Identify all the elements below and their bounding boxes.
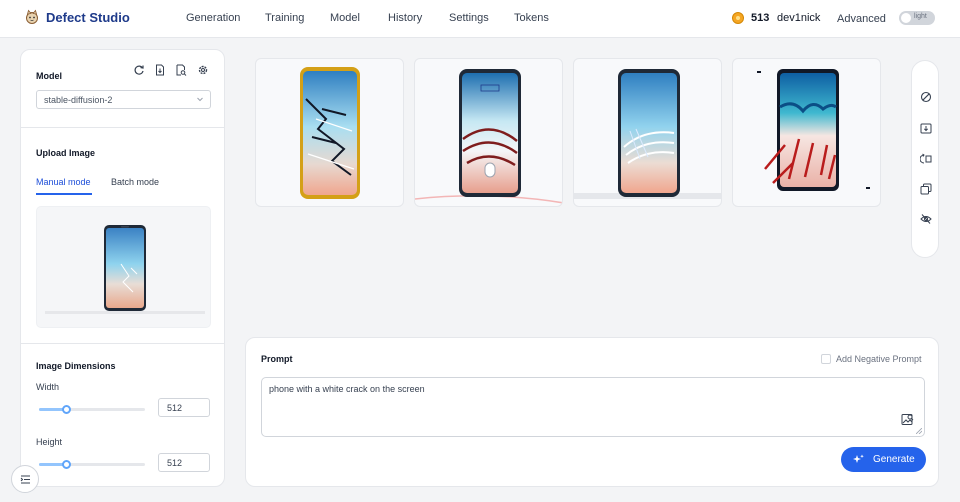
- active-tab-indicator: [36, 193, 92, 195]
- negative-prompt-label[interactable]: Add Negative Prompt: [836, 354, 922, 364]
- nav-model[interactable]: Model: [330, 12, 360, 24]
- dimensions-section-title: Image Dimensions: [36, 361, 116, 371]
- send-to-icon[interactable]: [920, 153, 932, 165]
- section-divider: [21, 343, 224, 344]
- nav-tokens[interactable]: Tokens: [514, 12, 549, 24]
- settings-panel: Model stable-diffusion-2 Upload Image Ma…: [20, 49, 225, 487]
- theme-toggle[interactable]: light: [899, 11, 935, 25]
- nav-training[interactable]: Training: [265, 12, 304, 24]
- height-input[interactable]: 512: [158, 453, 210, 472]
- generated-image-3[interactable]: [573, 58, 722, 207]
- eye-off-icon[interactable]: [920, 213, 932, 225]
- theme-toggle-label: light: [914, 13, 927, 20]
- username[interactable]: dev1nick: [777, 12, 820, 24]
- prompt-textarea[interactable]: phone with a white crack on the screen: [261, 377, 925, 437]
- prompt-title: Prompt: [261, 354, 293, 364]
- generated-image-1[interactable]: [255, 58, 404, 207]
- coin-icon: [732, 12, 744, 24]
- generated-image-2[interactable]: [414, 58, 563, 207]
- image-search-icon[interactable]: [901, 413, 914, 426]
- model-select-value: stable-diffusion-2: [44, 95, 113, 105]
- app-title: Defect Studio: [46, 9, 130, 25]
- tab-batch-mode[interactable]: Batch mode: [111, 177, 159, 187]
- negative-prompt-checkbox[interactable]: [821, 354, 831, 364]
- height-slider-handle[interactable]: [62, 460, 71, 469]
- chevron-down-icon: [197, 97, 203, 102]
- image-actions-toolbar: [911, 60, 939, 258]
- upload-dropzone[interactable]: [36, 206, 211, 328]
- settings-icon[interactable]: [197, 64, 209, 76]
- menu-indent-icon: [20, 475, 30, 484]
- file-download-icon[interactable]: [154, 64, 166, 76]
- model-select[interactable]: stable-diffusion-2: [36, 90, 211, 109]
- advanced-label: Advanced: [837, 13, 886, 25]
- preview-shadow: [45, 311, 205, 314]
- width-input[interactable]: 512: [158, 398, 210, 417]
- tab-manual-mode[interactable]: Manual mode: [36, 177, 91, 187]
- sidebar-toggle-button[interactable]: [11, 465, 39, 493]
- generate-button[interactable]: Generate: [841, 447, 926, 472]
- toggle-knob: [901, 13, 911, 23]
- generate-button-label: Generate: [873, 454, 915, 465]
- nav-history[interactable]: History: [388, 12, 422, 24]
- app-logo[interactable]: Defect Studio: [24, 9, 130, 25]
- top-navigation-bar: Defect Studio Generation Training Model …: [0, 0, 960, 38]
- nav-generation[interactable]: Generation: [186, 12, 240, 24]
- generated-image-2-graphic: [415, 69, 562, 204]
- width-label: Width: [36, 382, 60, 392]
- sparkle-icon: [853, 454, 864, 463]
- uploaded-image-preview: [104, 225, 146, 311]
- cat-logo-icon: [26, 9, 38, 24]
- section-divider: [21, 127, 224, 128]
- prompt-panel: Prompt Add Negative Prompt phone with a …: [245, 337, 939, 487]
- refresh-icon[interactable]: [133, 64, 145, 76]
- generated-image-4-graphic: [757, 69, 870, 191]
- nav-settings[interactable]: Settings: [449, 12, 489, 24]
- clear-icon[interactable]: [920, 91, 932, 103]
- generated-image-4[interactable]: [732, 58, 881, 207]
- height-slider[interactable]: [39, 460, 145, 469]
- model-section-title: Model: [36, 71, 62, 81]
- copy-icon[interactable]: [920, 183, 932, 195]
- resize-handle-icon[interactable]: [916, 428, 922, 434]
- width-slider-handle[interactable]: [62, 405, 71, 414]
- generated-image-1-graphic: [300, 67, 360, 199]
- prompt-value: phone with a white crack on the screen: [269, 384, 425, 394]
- download-icon[interactable]: [920, 122, 932, 134]
- height-label: Height: [36, 437, 63, 447]
- generated-image-3-graphic: [574, 69, 721, 199]
- upload-section-title: Upload Image: [36, 148, 96, 158]
- token-count: 513: [751, 12, 770, 24]
- width-slider[interactable]: [39, 405, 145, 414]
- file-search-icon[interactable]: [175, 64, 187, 76]
